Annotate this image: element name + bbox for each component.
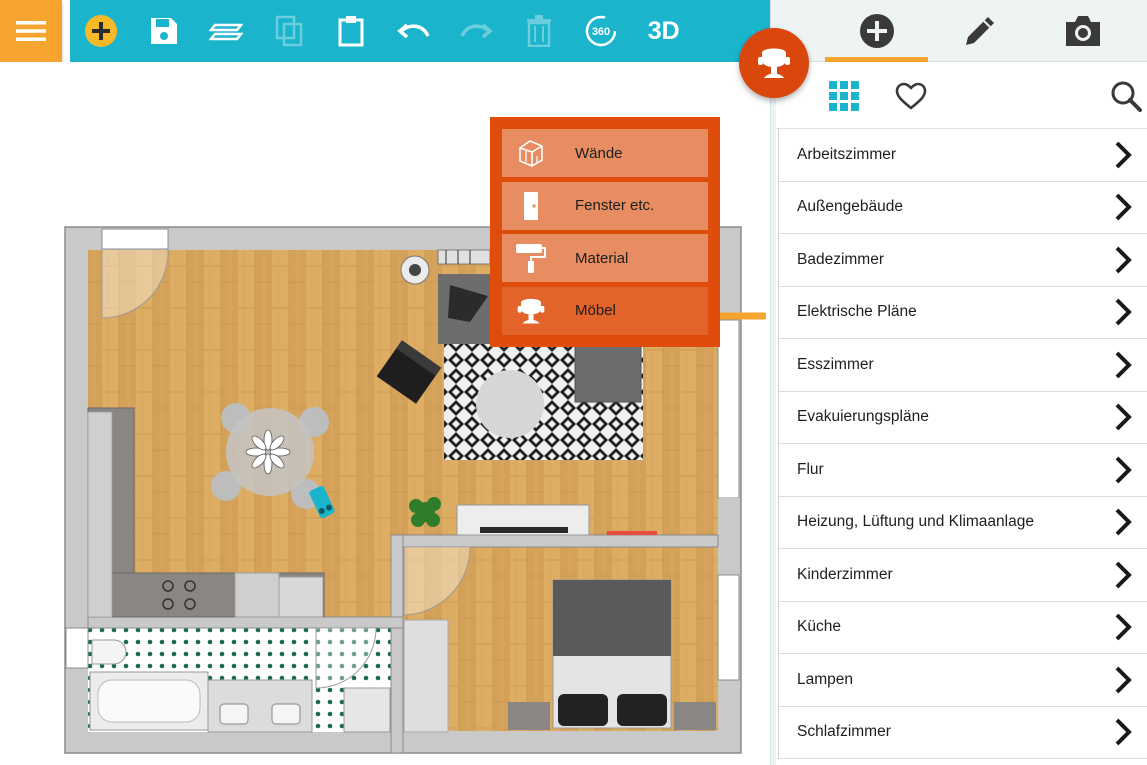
category-item[interactable]: Flur — [779, 444, 1147, 497]
redo-button[interactable] — [445, 0, 508, 62]
category-item[interactable]: Kinderzimmer — [779, 549, 1147, 602]
category-item[interactable]: Schlafzimmer — [779, 707, 1147, 759]
chevron-right-icon — [1115, 193, 1132, 221]
tab-camera[interactable] — [1031, 0, 1134, 62]
chevron-right-icon — [1115, 141, 1132, 169]
rotate-360-icon: 360 — [586, 15, 617, 47]
trash-icon — [526, 15, 551, 47]
category-label: Esszimmer — [797, 355, 874, 373]
chevron-right-icon — [1115, 456, 1132, 484]
chevron-right-icon — [1115, 246, 1132, 274]
menu-item-walls[interactable]: Wände — [502, 129, 708, 177]
grid-view-button[interactable] — [824, 76, 864, 116]
category-item[interactable]: Elektrische Pläne — [779, 287, 1147, 339]
category-item[interactable]: Evakuierungspläne — [779, 392, 1147, 444]
redo-icon — [460, 23, 493, 39]
top-toolbar: 360 3D — [70, 0, 770, 62]
category-item[interactable]: Außengebäude — [779, 182, 1147, 234]
menu-item-label: Wände — [575, 144, 623, 162]
category-label: Kinderzimmer — [797, 565, 893, 583]
category-item[interactable]: Küche — [779, 602, 1147, 654]
category-item[interactable]: Badezimmer — [779, 234, 1147, 287]
view-3d-button[interactable]: 3D — [633, 0, 696, 62]
pencil-icon — [965, 17, 994, 45]
tab-add[interactable] — [825, 0, 928, 62]
layers-button[interactable] — [195, 0, 258, 62]
hamburger-icon — [16, 21, 46, 41]
paint-roller-icon — [502, 234, 560, 282]
paste-button[interactable] — [320, 0, 383, 62]
armchair-icon — [758, 48, 790, 78]
chevron-right-icon — [1115, 351, 1132, 379]
view-360-label: 360 — [592, 26, 610, 38]
main-menu-button[interactable] — [0, 0, 62, 62]
menu-item-furniture[interactable]: Möbel — [502, 286, 708, 335]
camera-icon — [1065, 16, 1100, 46]
floppy-disk-icon — [150, 18, 177, 44]
tab-edit[interactable] — [928, 0, 1031, 62]
insert-menu: Wände Fenster etc. Material Möbel — [490, 117, 720, 347]
category-item[interactable]: Heizung, Lüftung und Klimaanlage — [779, 497, 1147, 549]
menu-item-label: Fenster etc. — [575, 197, 655, 214]
plus-circle-icon — [85, 15, 118, 47]
chevron-right-icon — [1115, 666, 1132, 694]
category-label: Flur — [797, 460, 824, 478]
category-label: Badezimmer — [797, 250, 884, 268]
undo-icon — [397, 23, 430, 39]
category-label: Elektrische Pläne — [797, 303, 917, 321]
library-toolbar — [776, 62, 1147, 129]
search-icon — [1111, 81, 1142, 112]
heart-icon — [895, 82, 927, 110]
category-label: Lampen — [797, 670, 854, 688]
furniture-fab-button[interactable] — [739, 28, 809, 98]
menu-item-windows[interactable]: Fenster etc. — [502, 181, 708, 230]
armchair-icon — [502, 287, 560, 335]
door-icon — [502, 182, 560, 230]
chevron-right-icon — [1115, 508, 1132, 536]
menu-item-label: Material — [575, 249, 629, 267]
chevron-right-icon — [1115, 718, 1132, 746]
add-button[interactable] — [70, 0, 133, 62]
3d-icon: 3D — [647, 16, 680, 45]
favorites-button[interactable] — [891, 76, 931, 116]
view-360-button[interactable]: 360 — [570, 0, 633, 62]
category-item[interactable]: Arbeitszimmer — [779, 129, 1147, 182]
category-label: Heizung, Lüftung und Klimaanlage — [797, 513, 1034, 531]
clipboard-icon — [338, 16, 364, 47]
chevron-right-icon — [1115, 561, 1132, 589]
save-button[interactable] — [133, 0, 196, 62]
copy-icon — [275, 15, 302, 47]
walls-icon — [502, 129, 560, 177]
library-panel: Arbeitszimmer Außengebäude Badezimmer Elekt… — [776, 0, 1147, 765]
chevron-right-icon — [1115, 298, 1132, 326]
category-label: Schlafzimmer — [797, 723, 891, 741]
search-button[interactable] — [1106, 76, 1146, 116]
menu-item-material[interactable]: Material — [502, 234, 708, 282]
plus-circle-icon — [859, 14, 894, 48]
chevron-right-icon — [1115, 613, 1132, 641]
category-label: Außengebäude — [797, 198, 904, 216]
category-label: Arbeitszimmer — [797, 145, 897, 163]
category-label: Küche — [797, 618, 841, 636]
menu-item-label: Möbel — [575, 302, 616, 319]
category-label: Evakuierungspläne — [797, 408, 929, 426]
category-list: Arbeitszimmer Außengebäude Badezimmer Elekt… — [778, 129, 1147, 759]
chevron-right-icon — [1115, 403, 1132, 431]
copy-button[interactable] — [258, 0, 321, 62]
panel-tabs — [776, 0, 1147, 62]
delete-button[interactable] — [508, 0, 571, 62]
app-window: 360 3D Wände Fenster etc. Material Möbel… — [0, 0, 1147, 765]
layers-icon — [209, 23, 244, 41]
category-item[interactable]: Lampen — [779, 654, 1147, 707]
undo-button[interactable] — [383, 0, 446, 62]
category-item[interactable]: Esszimmer — [779, 339, 1147, 392]
grid-icon — [829, 81, 859, 111]
